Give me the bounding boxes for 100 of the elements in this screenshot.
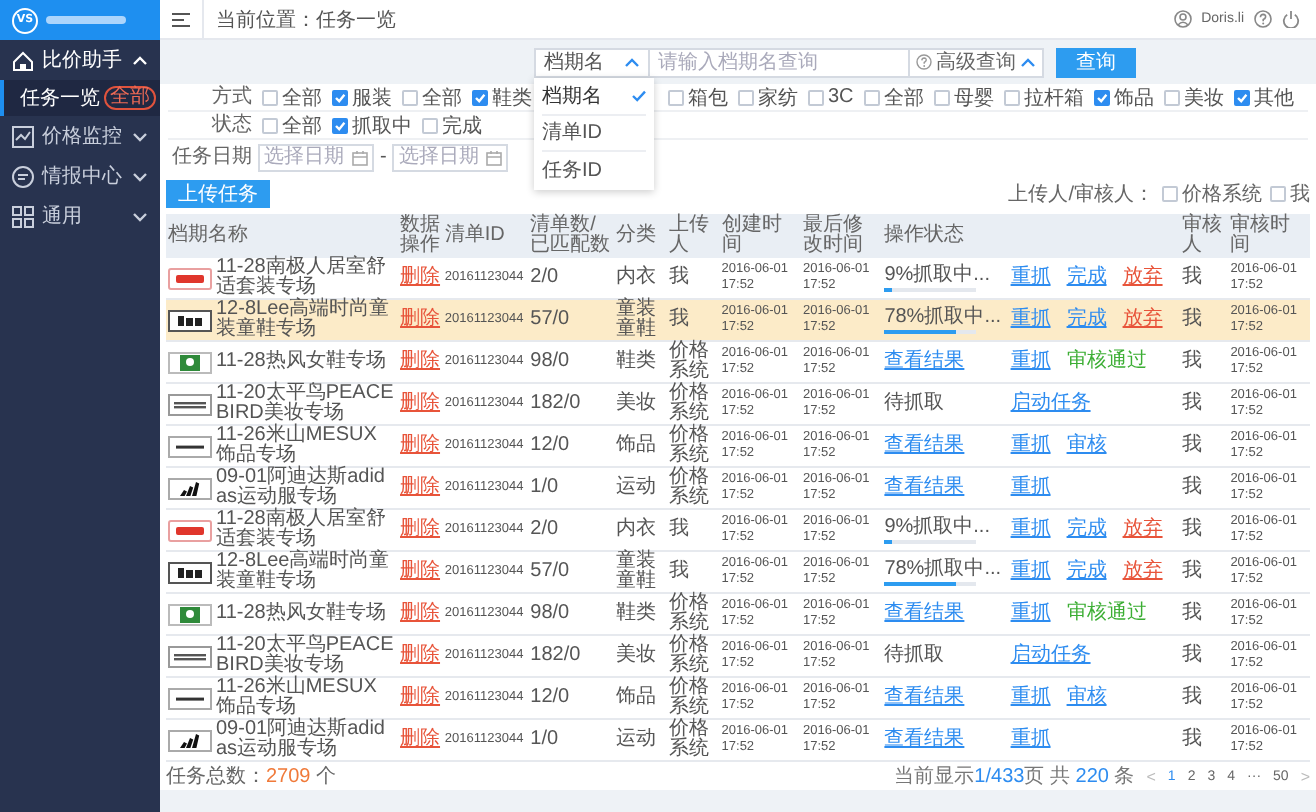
checkbox-label[interactable]: 价格系统 bbox=[1182, 180, 1262, 208]
result-link[interactable]: 查看结果 bbox=[884, 350, 965, 372]
delete-link[interactable]: 删除 bbox=[400, 644, 441, 666]
action-link[interactable]: 启动任务 bbox=[1010, 394, 1091, 414]
checkbox-label[interactable]: 其他 bbox=[1253, 83, 1294, 111]
checkbox-label[interactable]: 完成 bbox=[442, 111, 482, 139]
status-label: 审核通过 bbox=[1066, 604, 1147, 624]
task-name: 09-01阿迪达斯adidas运动服专场 bbox=[216, 720, 387, 760]
nav-subitem[interactable]: 任务一览 全部 bbox=[0, 80, 160, 116]
action-link[interactable]: 重抓 bbox=[1010, 562, 1059, 582]
checkbox-label[interactable]: 服装 bbox=[352, 83, 392, 111]
task-name: 11-28热风女鞋专场 bbox=[216, 604, 386, 624]
search-field[interactable]: 请输入档期名查询 bbox=[650, 47, 910, 77]
dropdown-option[interactable]: 任务ID bbox=[542, 151, 646, 187]
action-link[interactable]: 重抓 bbox=[1010, 436, 1059, 456]
action-link[interactable]: 完成 bbox=[1066, 310, 1115, 330]
table-cell: 1/0 bbox=[528, 719, 614, 761]
action-link[interactable]: 重抓 bbox=[1010, 604, 1059, 624]
table-cell: 我 bbox=[1179, 719, 1229, 761]
result-link[interactable]: 查看结果 bbox=[884, 434, 965, 456]
action-link[interactable]: 重抓 bbox=[1010, 478, 1059, 498]
action-link[interactable]: 重抓 bbox=[1010, 688, 1059, 708]
delete-link[interactable]: 删除 bbox=[400, 518, 441, 540]
delete-link[interactable]: 删除 bbox=[400, 266, 441, 288]
action-link[interactable]: 放弃 bbox=[1122, 562, 1171, 582]
task-name: 11-28南极人居室舒适套装专场 bbox=[216, 258, 386, 298]
delete-link[interactable]: 删除 bbox=[400, 476, 441, 498]
action-link[interactable]: 完成 bbox=[1066, 562, 1115, 582]
column-header: 审核人 bbox=[1179, 214, 1229, 258]
checkbox-label[interactable]: 拉杆箱 bbox=[1023, 83, 1084, 111]
advanced-search-button[interactable]: 高级查询 bbox=[910, 47, 1044, 77]
action-link[interactable]: 审核 bbox=[1066, 436, 1115, 456]
result-link[interactable]: 查看结果 bbox=[884, 686, 965, 708]
result-link[interactable]: 查看结果 bbox=[884, 476, 965, 498]
task-name: 11-26米山MESUX饰品专场 bbox=[216, 678, 379, 718]
delete-link[interactable]: 删除 bbox=[400, 602, 441, 624]
checkbox-label[interactable]: 抓取中 bbox=[352, 111, 412, 139]
action-link[interactable]: 重抓 bbox=[1010, 310, 1059, 330]
filter-label: 任务日期 bbox=[170, 145, 252, 169]
nav-item[interactable]: 比价助手 bbox=[0, 40, 160, 80]
nav-item[interactable]: 情报中心 bbox=[0, 156, 160, 196]
status-label: 审核通过 bbox=[1066, 352, 1147, 372]
checkbox-label[interactable]: 全部 bbox=[883, 83, 924, 111]
action-link[interactable]: 完成 bbox=[1066, 520, 1115, 540]
badge: 全部 bbox=[104, 86, 156, 110]
task-total: 任务总数：2709 个 bbox=[166, 763, 337, 790]
delete-link[interactable]: 删除 bbox=[400, 392, 441, 414]
checkbox-label[interactable]: 箱包 bbox=[688, 83, 728, 111]
action-link[interactable]: 重抓 bbox=[1010, 268, 1059, 288]
checkbox-label[interactable]: 3C bbox=[828, 86, 854, 108]
column-header: 创建时间 bbox=[719, 214, 801, 258]
nav-item[interactable]: 价格监控 bbox=[0, 116, 160, 156]
action-link[interactable]: 放弃 bbox=[1122, 520, 1171, 540]
breadcrumb: 当前位置：任务一览 bbox=[214, 7, 398, 33]
upload-button[interactable]: 上传任务 bbox=[166, 180, 270, 208]
action-link[interactable]: 放弃 bbox=[1122, 268, 1171, 288]
filter-label: 状态 bbox=[210, 113, 252, 137]
task-name: 11-28热风女鞋专场 bbox=[216, 352, 386, 372]
action-link[interactable]: 完成 bbox=[1066, 268, 1115, 288]
action-link[interactable]: 启动任务 bbox=[1010, 646, 1091, 666]
checkbox-label[interactable]: 鞋类 bbox=[492, 83, 532, 111]
checkbox-label[interactable]: 全部 bbox=[282, 83, 322, 111]
column-header: 审核时间 bbox=[1228, 214, 1310, 258]
delete-link[interactable]: 删除 bbox=[400, 560, 441, 582]
delete-link[interactable]: 删除 bbox=[400, 686, 441, 708]
column-header: 清单ID bbox=[442, 214, 529, 258]
checkbox-label[interactable]: 母婴 bbox=[953, 83, 994, 111]
task-name: 09-01阿迪达斯adidas运动服专场 bbox=[216, 468, 387, 508]
table-cell: 价格系统 bbox=[666, 719, 720, 761]
result-link[interactable]: 查看结果 bbox=[884, 728, 965, 750]
delete-link[interactable]: 删除 bbox=[400, 728, 441, 750]
column-header: 分类 bbox=[613, 214, 667, 258]
date-field[interactable]: 选择日期 bbox=[392, 143, 509, 171]
action-link[interactable]: 放弃 bbox=[1122, 310, 1171, 330]
checkbox-label[interactable]: 全部 bbox=[422, 83, 462, 111]
date-field[interactable]: 选择日期 bbox=[258, 143, 374, 171]
checkbox-label[interactable]: 我 bbox=[1290, 180, 1310, 208]
task-name: 12-8Lee高端时尚童装童鞋专场 bbox=[216, 552, 392, 592]
action-link[interactable]: 重抓 bbox=[1010, 730, 1059, 750]
dropdown-option[interactable]: 档期名 bbox=[542, 79, 646, 115]
delete-link[interactable]: 删除 bbox=[400, 434, 441, 456]
delete-link[interactable]: 删除 bbox=[400, 308, 441, 330]
checkbox-label[interactable]: 全部 bbox=[282, 111, 322, 139]
checkbox-label[interactable]: 家纺 bbox=[758, 83, 798, 111]
column-header: 档期名称 bbox=[166, 214, 399, 258]
action-link[interactable]: 重抓 bbox=[1010, 352, 1059, 372]
dropdown-option[interactable]: 清单ID bbox=[542, 115, 646, 151]
delete-link[interactable]: 删除 bbox=[400, 350, 441, 372]
action-link[interactable]: 重抓 bbox=[1010, 520, 1059, 540]
checkbox-label[interactable]: 饰品 bbox=[1113, 83, 1154, 111]
task-name: 11-20太平鸟PEACE BIRD美妆专场 bbox=[216, 384, 396, 424]
filter-label: 方式 bbox=[210, 85, 252, 109]
column-header: 上传人 bbox=[666, 214, 720, 258]
checkbox-label[interactable]: 美妆 bbox=[1183, 83, 1224, 111]
status-text: 9%抓取中... bbox=[884, 265, 992, 285]
nav-item[interactable]: 通用 bbox=[0, 196, 160, 236]
action-link[interactable]: 审核 bbox=[1066, 688, 1115, 708]
result-link[interactable]: 查看结果 bbox=[884, 602, 965, 624]
task-name: 11-26米山MESUX饰品专场 bbox=[216, 426, 379, 466]
search-button[interactable]: 查询 bbox=[1056, 47, 1136, 77]
